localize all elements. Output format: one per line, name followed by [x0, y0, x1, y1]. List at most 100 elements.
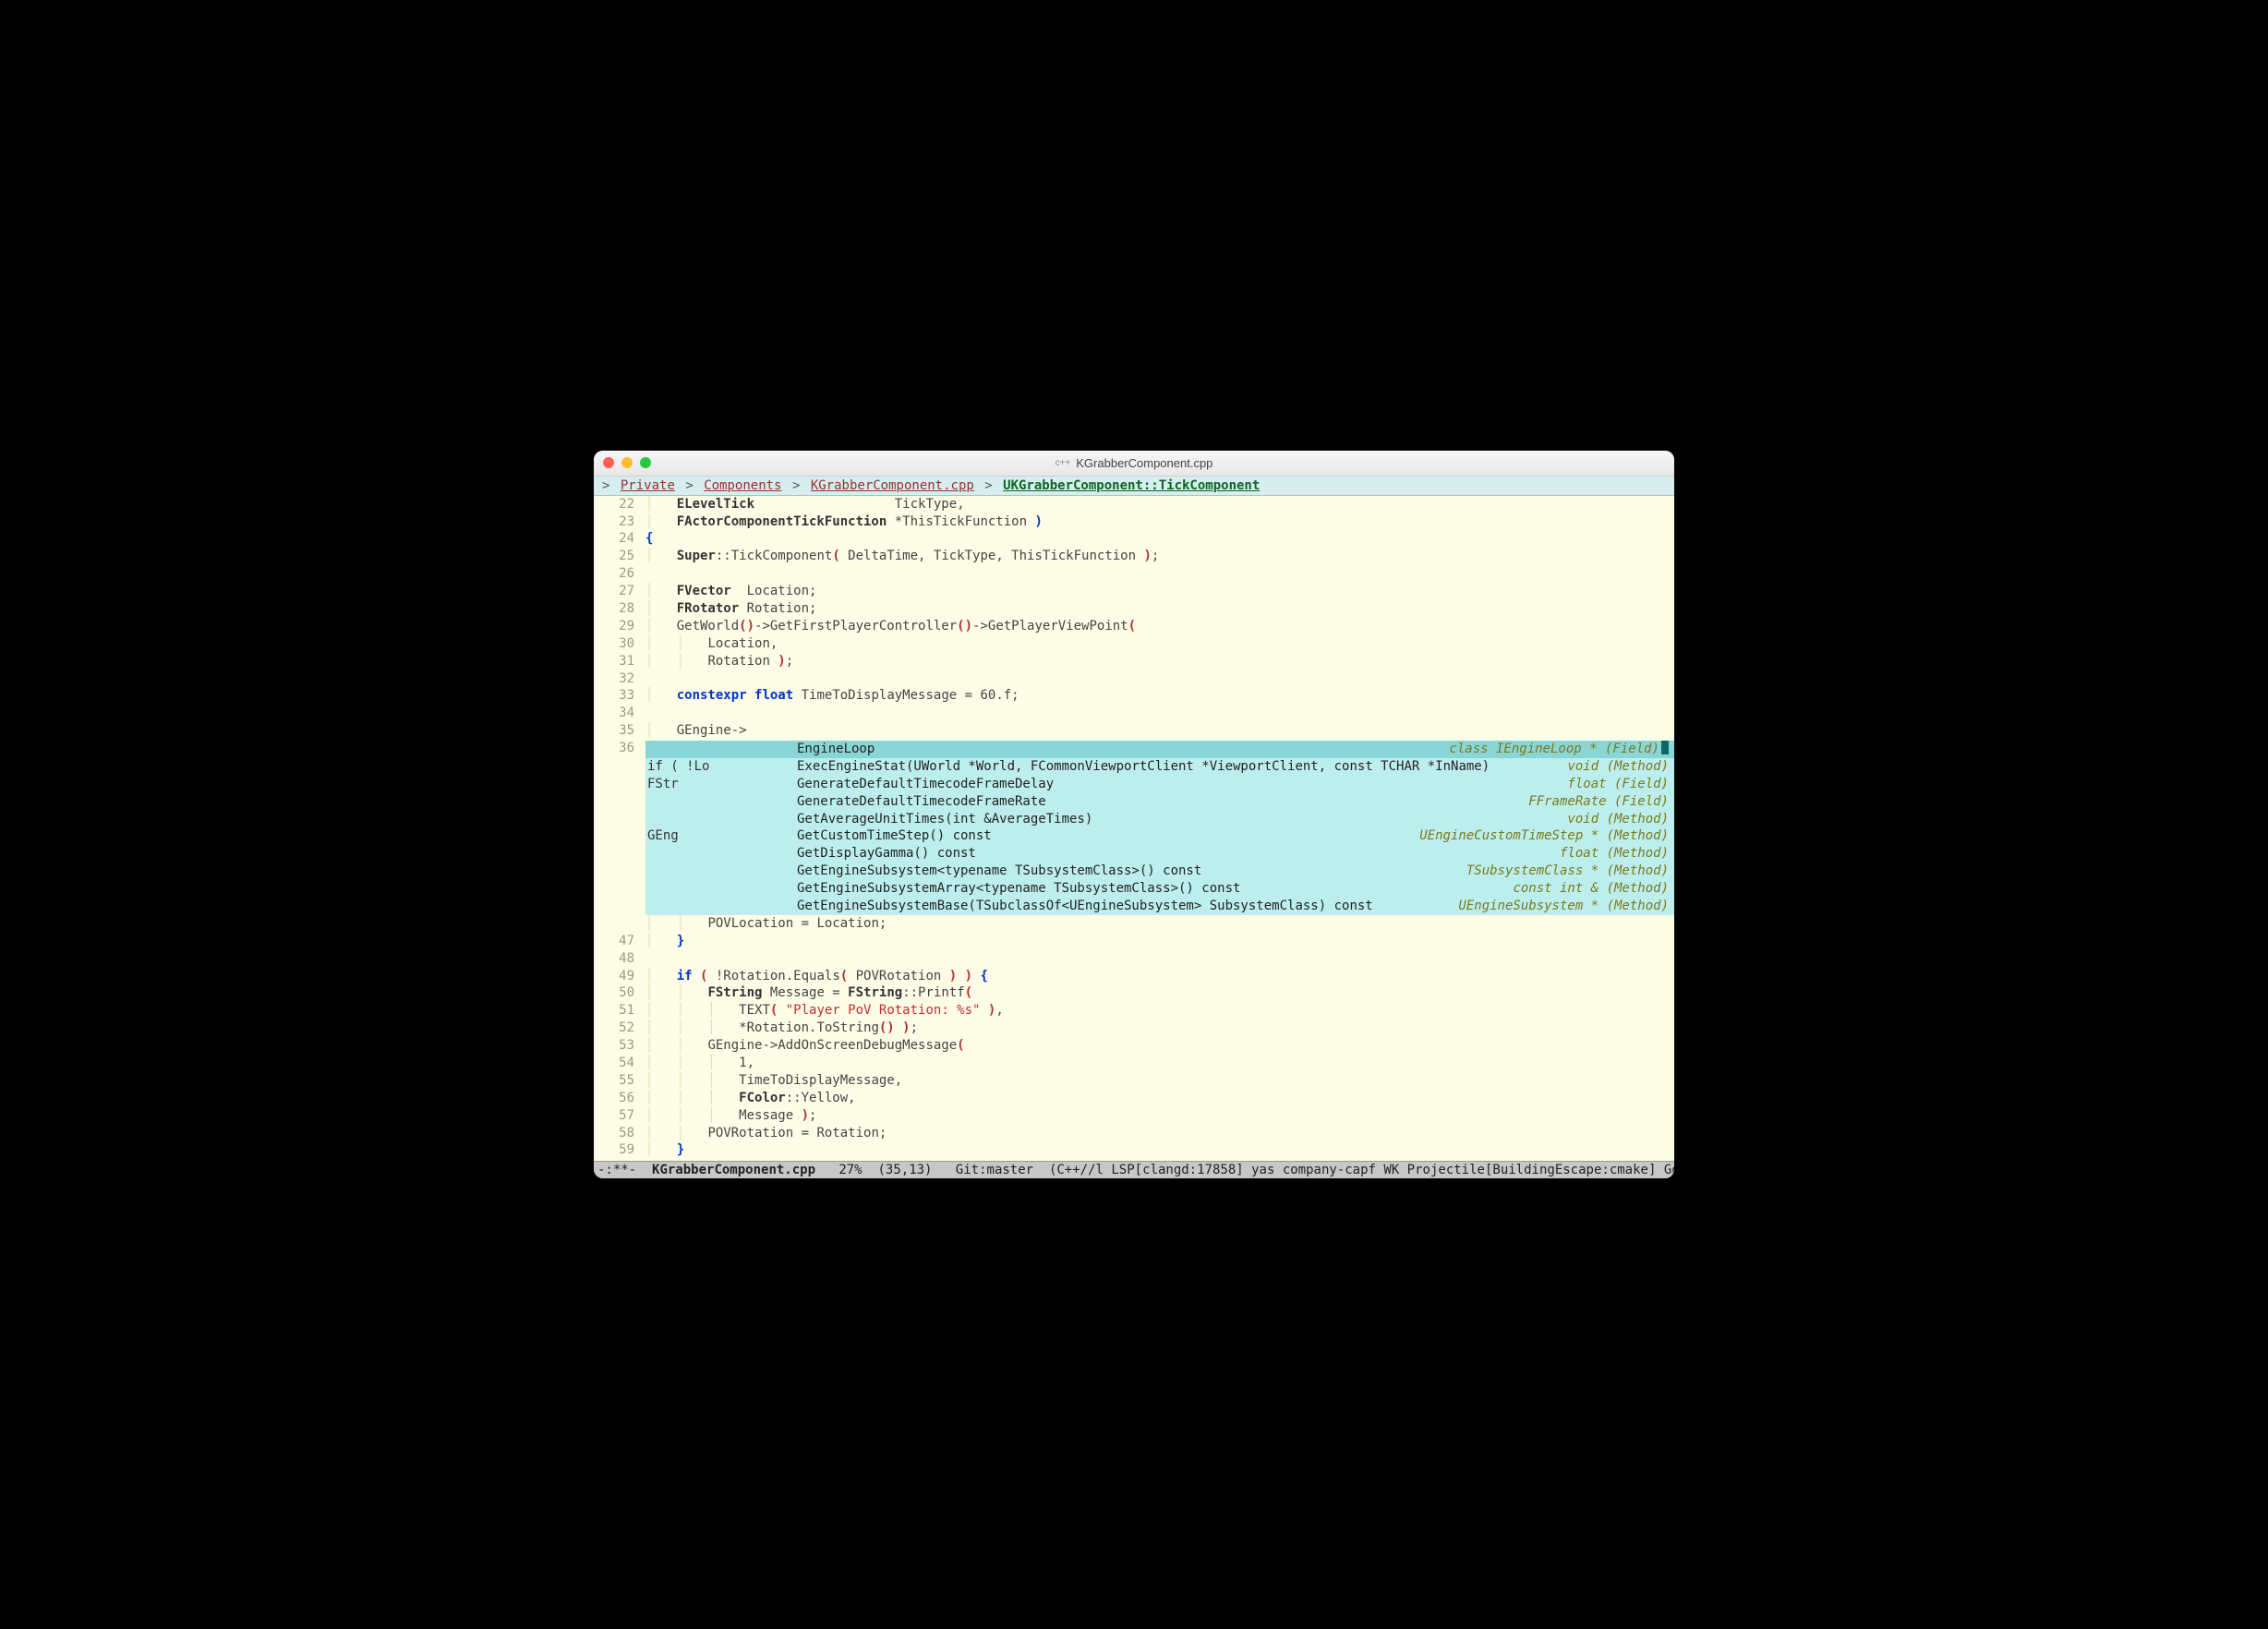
line-number: 22	[594, 496, 645, 513]
ac-label: GetEngineSubsystemArray<typename TSubsys…	[797, 880, 1503, 898]
code-line[interactable]: 24{	[594, 530, 1674, 548]
ac-type: class IEngineLoop *	[1440, 741, 1605, 758]
ac-type: void	[1558, 811, 1606, 828]
code-line[interactable]: 33│ constexpr float TimeToDisplayMessage…	[594, 687, 1674, 705]
ac-label: GetAverageUnitTimes(int &AverageTimes)	[797, 811, 1558, 828]
ac-type: float	[1558, 776, 1614, 793]
code-text: │ GetWorld()->GetFirstPlayerController()…	[645, 618, 1136, 635]
ac-label: GenerateDefaultTimecodeFrameDelay	[797, 776, 1558, 793]
ac-code-behind: GEng	[645, 827, 797, 845]
autocomplete-item[interactable]: GetEngineSubsystem<typename TSubsystemCl…	[645, 863, 1674, 880]
code-line[interactable]: 31│ │ Rotation );	[594, 653, 1674, 670]
code-line[interactable]: 57│ │ │ Message );	[594, 1107, 1674, 1125]
ac-label: GetEngineSubsystemBase(TSubclassOf<UEngi…	[797, 898, 1449, 915]
line-number: 28	[594, 600, 645, 618]
modeline-file: KGrabberComponent.cpp	[652, 1163, 815, 1177]
code-line[interactable]: 26	[594, 565, 1674, 583]
minimize-button[interactable]	[621, 457, 633, 468]
ac-label: GenerateDefaultTimecodeFrameRate	[797, 793, 1519, 811]
ac-code-behind: FStr	[645, 776, 797, 793]
modeline-git: Git:master	[956, 1163, 1033, 1177]
line-number: 48	[594, 950, 645, 968]
line-number: 53	[594, 1037, 645, 1055]
code-line[interactable]: 58│ │ POVRotation = Rotation;	[594, 1125, 1674, 1142]
code-line[interactable]: 59│ }	[594, 1141, 1674, 1159]
line-number: 35	[594, 722, 645, 740]
code-line[interactable]: 32	[594, 670, 1674, 688]
code-line[interactable]: 23│ FActorComponentTickFunction *ThisTic…	[594, 513, 1674, 531]
ac-kind: (Method)	[1607, 863, 1669, 880]
autocomplete-popup[interactable]: EngineLoopclass IEngineLoop * (Field)if …	[645, 741, 1674, 915]
line-number: 58	[594, 1125, 645, 1142]
line-number: 51	[594, 1002, 645, 1020]
code-line[interactable]: │ │ POVLocation = Location;	[594, 915, 1674, 933]
autocomplete-item[interactable]: GetDisplayGamma() constfloat (Method)	[645, 845, 1674, 863]
code-editor[interactable]: 22│ ELevelTick TickType,23│ FActorCompon…	[594, 496, 1674, 1162]
code-line[interactable]: 27│ FVector Location;	[594, 583, 1674, 600]
code-line[interactable]: 34	[594, 705, 1674, 722]
line-number: 55	[594, 1072, 645, 1090]
modeline-modes: (C++//l LSP[clangd:17858] yas company-ca…	[1049, 1163, 1674, 1177]
code-text: │ │ FString Message = FString::Printf(	[645, 984, 972, 1002]
maximize-button[interactable]	[640, 457, 651, 468]
traffic-lights	[603, 457, 651, 468]
autocomplete-item[interactable]: EngineLoopclass IEngineLoop * (Field)	[645, 741, 1674, 758]
code-line[interactable]: 53│ │ GEngine->AddOnScreenDebugMessage(	[594, 1037, 1674, 1055]
ac-label: GetEngineSubsystem<typename TSubsystemCl…	[797, 863, 1457, 880]
ac-label: EngineLoop	[797, 741, 1440, 758]
code-text: │ │ │ 1,	[645, 1055, 754, 1072]
code-line[interactable]: 52│ │ │ *Rotation.ToString() );	[594, 1020, 1674, 1037]
code-line[interactable]: 49│ if ( !Rotation.Equals( POVRotation )…	[594, 968, 1674, 985]
autocomplete-item[interactable]: GetEngineSubsystemBase(TSubclassOf<UEngi…	[645, 898, 1674, 915]
autocomplete-item[interactable]: GetEngineSubsystemArray<typename TSubsys…	[645, 880, 1674, 898]
code-line[interactable]: 54│ │ │ 1,	[594, 1055, 1674, 1072]
code-line[interactable]: 48	[594, 950, 1674, 968]
line-number: 30	[594, 635, 645, 653]
code-line[interactable]: 22│ ELevelTick TickType,	[594, 496, 1674, 513]
code-line[interactable]: 55│ │ │ TimeToDisplayMessage,	[594, 1072, 1674, 1090]
code-text: │ if ( !Rotation.Equals( POVRotation ) )…	[645, 968, 988, 985]
code-text: {	[645, 530, 653, 548]
modeline: -:**- KGrabberComponent.cpp 27% (35,13) …	[594, 1161, 1674, 1178]
code-line[interactable]: 30│ │ Location,	[594, 635, 1674, 653]
code-text: │ Super::TickComponent( DeltaTime, TickT…	[645, 548, 1159, 565]
ac-kind: (Method)	[1607, 827, 1669, 845]
code-text: │ │ │ FColor::Yellow,	[645, 1090, 856, 1107]
autocomplete-item[interactable]: GetAverageUnitTimes(int &AverageTimes)vo…	[645, 811, 1674, 828]
autocomplete-item[interactable]: GEngGetCustomTimeStep() constUEngineCust…	[645, 827, 1674, 845]
breadcrumb-item-components[interactable]: Components	[704, 478, 781, 493]
line-number: 52	[594, 1020, 645, 1037]
code-text: │ constexpr float TimeToDisplayMessage =…	[645, 687, 1019, 705]
line-number: 57	[594, 1107, 645, 1125]
code-line[interactable]: 28│ FRotator Rotation;	[594, 600, 1674, 618]
line-number: 29	[594, 618, 645, 635]
breadcrumb-item-private[interactable]: Private	[621, 478, 675, 493]
autocomplete-item[interactable]: if ( !LoExecEngineStat(UWorld *World, FC…	[645, 758, 1674, 776]
code-line[interactable]: 35│ GEngine->	[594, 722, 1674, 740]
code-line[interactable]: 56│ │ │ FColor::Yellow,	[594, 1090, 1674, 1107]
code-text: │ │ │ Message );	[645, 1107, 816, 1125]
breadcrumb-item-file[interactable]: KGrabberComponent.cpp	[811, 478, 974, 493]
ac-code-behind	[645, 863, 797, 880]
code-line[interactable]: 29│ GetWorld()->GetFirstPlayerController…	[594, 618, 1674, 635]
code-text: │ │ │ TimeToDisplayMessage,	[645, 1072, 902, 1090]
breadcrumb-item-symbol[interactable]: UKGrabberComponent::TickComponent	[1003, 478, 1260, 493]
autocomplete-item[interactable]: GenerateDefaultTimecodeFrameRateFFrameRa…	[645, 793, 1674, 811]
autocomplete-item[interactable]: FStrGenerateDefaultTimecodeFrameDelayflo…	[645, 776, 1674, 793]
line-number: 36	[594, 740, 645, 757]
code-text: │ │ GEngine->AddOnScreenDebugMessage(	[645, 1037, 965, 1055]
code-line[interactable]: 47│ }	[594, 933, 1674, 950]
line-number: 49	[594, 968, 645, 985]
code-line[interactable]: 51│ │ │ TEXT( "Player PoV Rotation: %s" …	[594, 1002, 1674, 1020]
code-line[interactable]: 25│ Super::TickComponent( DeltaTime, Tic…	[594, 548, 1674, 565]
ac-kind: (Method)	[1607, 811, 1669, 828]
line-number: 54	[594, 1055, 645, 1072]
line-number: 32	[594, 670, 645, 688]
code-text: │ │ Rotation );	[645, 653, 793, 670]
ac-type: FFrameRate	[1519, 793, 1614, 811]
code-line[interactable]: 50│ │ FString Message = FString::Printf(	[594, 984, 1674, 1002]
line-number: 26	[594, 565, 645, 583]
ac-kind: (Method)	[1607, 758, 1669, 776]
close-button[interactable]	[603, 457, 614, 468]
code-text: │ }	[645, 933, 684, 950]
